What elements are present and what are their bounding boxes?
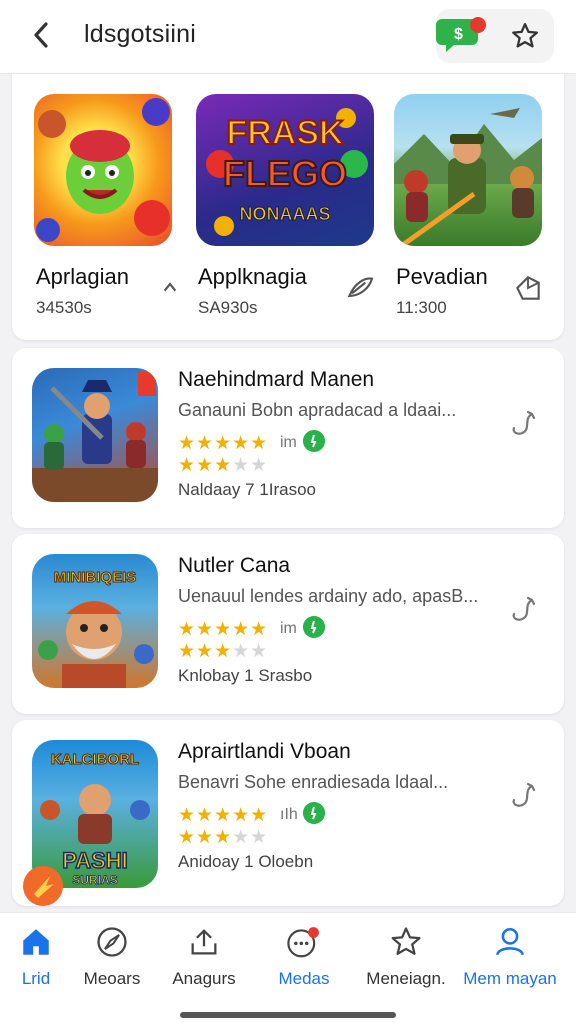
- app-title: Aprairtlandi Vboan: [178, 740, 351, 763]
- favorite-button[interactable]: [510, 21, 540, 51]
- svg-text:FRASK: FRASK: [226, 114, 344, 152]
- app-subtext: Naldaay 7 1Irasoo: [178, 480, 316, 499]
- featured-name: Applknagia: [198, 264, 307, 289]
- nav-label: Mem mayan: [463, 969, 557, 988]
- hook-icon[interactable]: [506, 780, 540, 820]
- upload-icon: [191, 929, 217, 955]
- chat-bubble-icon: $: [436, 17, 486, 52]
- app-art-text: MINIBIQEIS: [54, 569, 137, 586]
- chevron-up-icon[interactable]: [154, 272, 186, 304]
- featured-art: FRASK FLEGO NONAAAS: [196, 94, 374, 246]
- hook-icon[interactable]: [506, 594, 540, 634]
- star-icon: [391, 927, 421, 955]
- verified-icon: [303, 430, 325, 452]
- feather-icon[interactable]: [344, 272, 376, 304]
- app-subtext: Anidoay 1 Oloebn: [178, 852, 314, 871]
- nav-item-profile[interactable]: Mem mayan: [462, 925, 558, 1005]
- featured-stat: 34530s: [36, 298, 92, 317]
- svg-text:PASHI: PASHI: [62, 848, 128, 873]
- app-description: Ganauni Bobn apradacad a ldaai...: [178, 400, 457, 420]
- verified-icon: [303, 802, 325, 824]
- nav-label: Medas: [278, 969, 330, 988]
- person-icon: [495, 927, 525, 956]
- header-actions: $: [436, 9, 554, 63]
- rating-meta: ıIh: [280, 806, 298, 823]
- back-button[interactable]: [24, 18, 58, 52]
- app-description: Uenauul lendes ardainy ado, apasB...: [178, 586, 479, 606]
- chat-icon: [287, 927, 319, 958]
- top-bar: ldsgotsiini $: [0, 0, 576, 74]
- page-title: ldsgotsiini: [84, 20, 196, 48]
- featured-item[interactable]: Pevadian 11:300: [394, 94, 554, 317]
- rating-stars: ★★★★★: [178, 433, 269, 454]
- chat-badge-text: $: [454, 26, 463, 43]
- svg-text:NONAAAS: NONAAAS: [239, 204, 330, 224]
- compass-icon: [97, 927, 127, 957]
- home-indicator[interactable]: [180, 1012, 396, 1018]
- svg-text:KALCIBORL: KALCIBORL: [51, 751, 139, 768]
- featured-item[interactable]: FRASK FLEGO NONAAAS Applknagia SA930s: [196, 94, 374, 317]
- featured-art: [394, 94, 542, 246]
- featured-name: Aprlagian: [36, 264, 129, 289]
- app-title: Naehindmard Manen: [178, 368, 375, 391]
- nav-label: Meoars: [83, 969, 141, 988]
- verified-icon: [303, 616, 325, 638]
- app-description: Benavri Sohe enradiesada ldaal...: [178, 772, 449, 792]
- secondary-stars: ★★★★★: [178, 455, 269, 476]
- tag-icon[interactable]: [512, 272, 544, 304]
- nav-label: Meneiagn.: [366, 969, 446, 988]
- app-art: MINIBIQEIS: [32, 554, 158, 688]
- app-art: [32, 368, 158, 502]
- featured-stat: SA930s: [198, 298, 258, 317]
- chevron-left-icon: [34, 22, 48, 48]
- nav-item-updates[interactable]: Anagurs: [156, 925, 252, 1005]
- rating-stars: ★★★★★: [178, 805, 269, 826]
- featured-item[interactable]: Aprlagian 34530s: [34, 94, 194, 317]
- featured-name: Pevadian: [396, 264, 488, 289]
- app-list-item[interactable]: Naehindmard Manen Ganauni Bobn apradacad…: [12, 348, 564, 528]
- chat-button[interactable]: $: [436, 13, 486, 53]
- home-icon: [23, 929, 49, 955]
- rating-meta: im: [280, 620, 297, 637]
- rating-stars: ★★★★★: [178, 619, 269, 640]
- app-list-item[interactable]: MINIBIQEIS Nutler Cana Uenauul lendes ar…: [12, 534, 564, 714]
- nav-item-explore[interactable]: Meoars: [64, 925, 160, 1005]
- star-icon: [512, 23, 538, 48]
- hook-icon[interactable]: [506, 408, 540, 448]
- nav-item-messages[interactable]: Medas: [256, 925, 352, 1005]
- app-subtext: Knlobay 1 Srasbo: [178, 666, 313, 685]
- svg-text:SURIAS: SURIAS: [72, 873, 117, 887]
- secondary-stars: ★★★★★: [178, 641, 269, 662]
- featured-stat: 11:300: [396, 298, 447, 317]
- app-list-item[interactable]: KALCIBORL PASHI SURIAS Aprairtlandi Vboa…: [12, 720, 564, 906]
- featured-art: [34, 94, 172, 246]
- secondary-stars: ★★★★★: [178, 827, 269, 848]
- nav-item-favorites[interactable]: Meneiagn.: [358, 925, 454, 1005]
- fire-badge-icon: [23, 866, 63, 906]
- nav-label: Anagurs: [172, 969, 236, 988]
- bottom-nav: Lrid Meoars Anagurs Medas Meneiagn. Mem …: [0, 912, 576, 1024]
- rating-meta: im: [280, 434, 297, 451]
- app-title: Nutler Cana: [178, 554, 291, 577]
- featured-card: Aprlagian 34530s FRASK FLEGO NONAAAS App…: [12, 74, 564, 340]
- svg-text:FLEGO: FLEGO: [223, 153, 347, 194]
